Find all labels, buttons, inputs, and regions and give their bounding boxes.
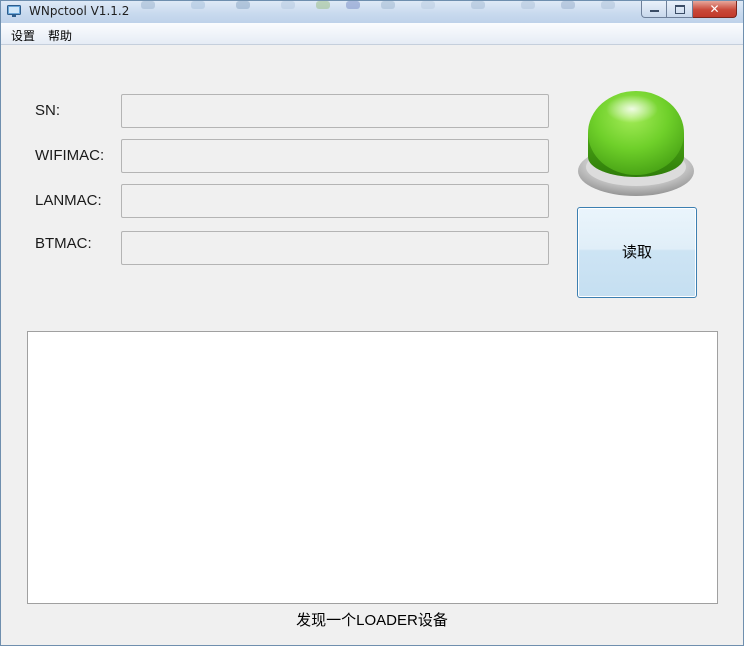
- maximize-button[interactable]: [667, 1, 693, 18]
- menu-settings[interactable]: 设置: [11, 27, 35, 44]
- sn-field[interactable]: [121, 94, 549, 128]
- close-button[interactable]: ✕: [693, 1, 737, 18]
- btmac-field[interactable]: [121, 231, 549, 265]
- read-button[interactable]: 读取: [577, 207, 697, 298]
- menu-bar: 设置 帮助: [1, 23, 743, 45]
- minimize-button[interactable]: [641, 1, 667, 18]
- app-icon: [7, 5, 21, 17]
- window-title: WNpctool V1.1.2: [29, 4, 130, 18]
- sn-label: SN:: [35, 102, 61, 119]
- status-text: 发现一个LOADER设备: [296, 612, 448, 629]
- wifimac-label: WIFIMAC:: [35, 147, 105, 164]
- log-output-area[interactable]: [27, 331, 718, 604]
- green-status-light-icon: [578, 91, 694, 196]
- btmac-label: BTMAC:: [35, 235, 92, 252]
- close-icon: ✕: [709, 2, 720, 16]
- app-window: WNpctool V1.1.2 ✕ 设置 帮助 SN: WIFIMAC: LAN…: [0, 0, 744, 646]
- title-bar[interactable]: WNpctool V1.1.2 ✕: [1, 1, 743, 23]
- lanmac-label: LANMAC:: [35, 192, 102, 209]
- lanmac-field[interactable]: [121, 184, 549, 218]
- menu-help[interactable]: 帮助: [48, 27, 72, 44]
- wifimac-field[interactable]: [121, 139, 549, 173]
